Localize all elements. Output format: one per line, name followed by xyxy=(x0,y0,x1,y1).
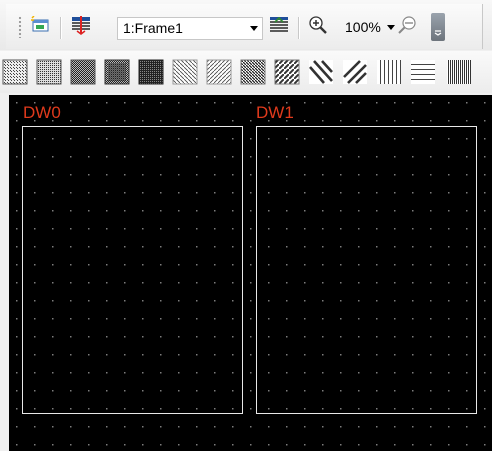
zoom-in-icon xyxy=(308,15,328,40)
window-label-dw0: DW0 xyxy=(23,103,61,122)
pattern-toolbar xyxy=(0,51,492,93)
pattern-checker-coarse-button[interactable] xyxy=(104,59,130,85)
pattern-diagonal-thick-button[interactable] xyxy=(274,59,300,85)
new-window-icon xyxy=(31,14,51,39)
frame-selector-value: 1:Frame1 xyxy=(123,20,183,36)
pattern-diagonal-medium-button[interactable] xyxy=(206,59,232,85)
chevron-down-icon[interactable] xyxy=(246,18,262,39)
toolbar-separator xyxy=(60,17,62,39)
pattern-diagonal-light-button[interactable] xyxy=(172,59,198,85)
zoom-in-button[interactable] xyxy=(305,14,331,40)
window-label-dw1: DW1 xyxy=(256,103,294,122)
frame-list-button[interactable] xyxy=(68,14,94,40)
display-window-dw0[interactable] xyxy=(22,126,243,414)
toolbar-overflow-button[interactable] xyxy=(431,13,445,41)
pattern-horizontal-lines-button[interactable] xyxy=(410,59,436,85)
pattern-diagonal-dark-button[interactable] xyxy=(240,59,266,85)
new-window-button[interactable] xyxy=(28,14,54,40)
main-toolbar: 1:Frame1 100% xyxy=(0,0,492,50)
overflow-chevron-icon xyxy=(434,23,442,41)
zoom-dropdown[interactable]: 100% xyxy=(343,17,395,38)
pattern-dots-fine-button[interactable] xyxy=(2,59,28,85)
zoom-out-button[interactable] xyxy=(395,14,421,40)
pattern-dots-dense-button[interactable] xyxy=(70,59,96,85)
pattern-checker-dense-button[interactable] xyxy=(138,59,164,85)
zoom-value: 100% xyxy=(345,19,381,35)
frame-selector-dropdown[interactable]: 1:Frame1 xyxy=(117,17,263,40)
zoom-out-icon xyxy=(397,14,419,41)
display-window-dw1[interactable] xyxy=(256,126,477,414)
toolbar-panel: 1:Frame1 100% xyxy=(6,4,483,49)
pattern-backslash-button[interactable] xyxy=(308,59,334,85)
pattern-slash-thick-button[interactable] xyxy=(342,59,368,85)
frame-list-icon xyxy=(70,15,92,40)
pattern-dots-medium-button[interactable] xyxy=(36,59,62,85)
design-canvas[interactable]: DW0 DW1 xyxy=(9,95,492,451)
toolbar-grip[interactable] xyxy=(18,16,22,38)
toolbar-separator xyxy=(298,17,300,39)
pattern-vertical-lines-button[interactable] xyxy=(376,59,402,85)
frame-properties-icon xyxy=(268,15,290,40)
frame-properties-button[interactable] xyxy=(266,14,292,40)
pattern-vertical-dense-button[interactable] xyxy=(446,59,472,85)
